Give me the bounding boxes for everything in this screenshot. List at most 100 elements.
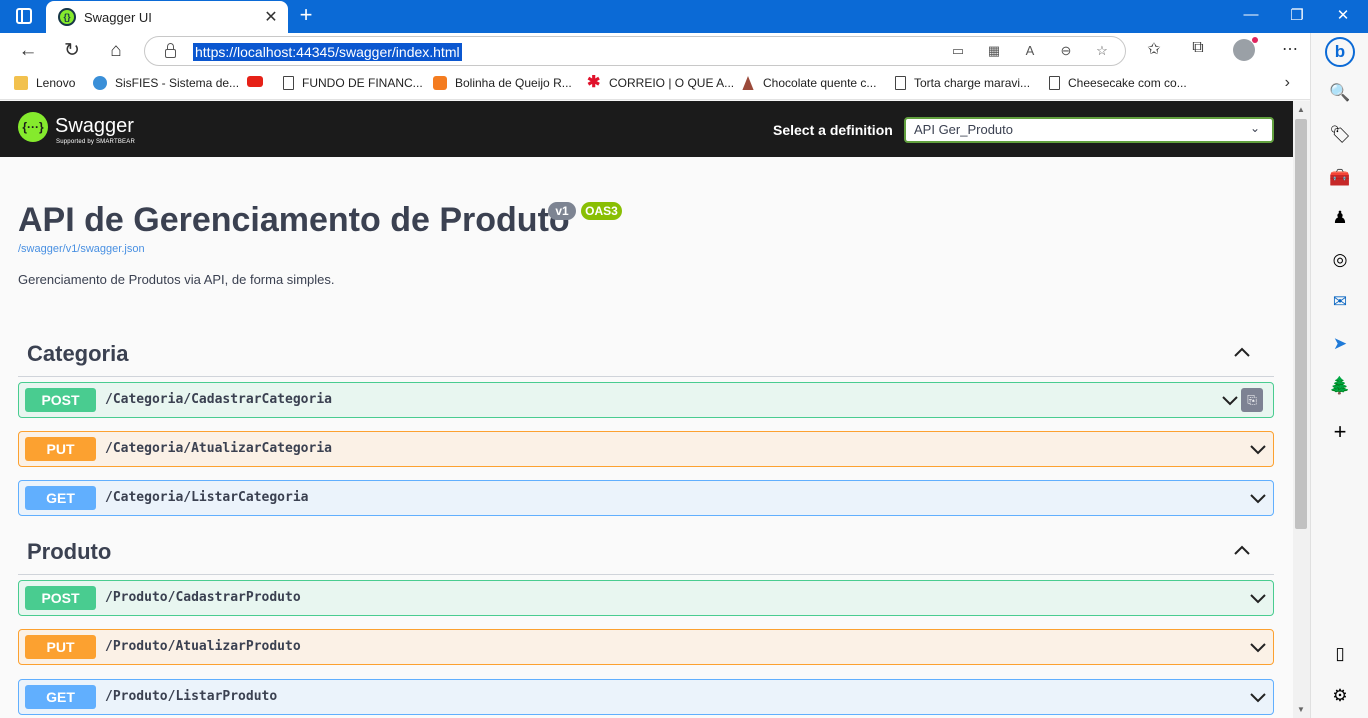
swagger-logo-text[interactable]: Swagger (55, 115, 134, 138)
correio-icon: ✱ (587, 74, 601, 91)
youtube-icon (247, 76, 263, 87)
operation-path: /Categoria/CadastrarCategoria (105, 392, 332, 407)
refresh-button[interactable]: ↻ (57, 38, 87, 64)
method-badge: GET (25, 685, 96, 709)
bookmark-label: Bolinha de Queijo R... (455, 76, 572, 90)
bookmark-label: SisFIES - Sistema de... (115, 76, 240, 90)
add-favorite-icon[interactable]: ☆ (1092, 43, 1112, 59)
recipe-icon (433, 76, 447, 90)
bookmarks-overflow-icon[interactable]: › (1285, 74, 1290, 92)
app-available-icon[interactable]: ▭ (948, 43, 968, 59)
operation-row[interactable]: GET /Produto/ListarProduto (18, 679, 1274, 715)
chevron-down-icon[interactable] (1249, 589, 1267, 607)
workspaces-icon[interactable] (16, 8, 32, 24)
send-icon[interactable]: ➤ (1329, 333, 1351, 355)
swagger-logo-icon[interactable]: {···} (18, 112, 48, 142)
tag-name: Produto (27, 539, 112, 564)
tag-section-produto[interactable]: Produto (18, 531, 1274, 575)
scroll-up-icon[interactable]: ▲ (1297, 105, 1305, 114)
hide-sidebar-icon[interactable]: ▯ (1329, 643, 1351, 665)
bing-chat-icon[interactable]: b (1325, 37, 1355, 67)
close-tab-icon[interactable]: ✕ (260, 7, 282, 27)
games-icon[interactable]: ♟ (1329, 207, 1351, 229)
chevron-down-icon[interactable] (1249, 489, 1267, 507)
swagger-favicon-icon: {} (58, 8, 76, 26)
maximize-button[interactable]: ❐ (1274, 6, 1320, 24)
zoom-icon[interactable]: ⊖ (1056, 43, 1076, 59)
edge-sidebar: b 🔍 🏷 🧰 ♟ ◎ ✉ ➤ 🌲 + ▯ ⚙ (1310, 33, 1368, 718)
bookmark-label: Torta charge maravi... (914, 76, 1031, 90)
tag-section-categoria[interactable]: Categoria (18, 333, 1274, 377)
operation-path: /Produto/CadastrarProduto (105, 590, 301, 605)
qr-code-icon[interactable]: ▦ (984, 43, 1004, 59)
method-badge: PUT (25, 437, 96, 461)
scroll-down-icon[interactable]: ▼ (1297, 705, 1305, 714)
version-badge: v1 (548, 202, 576, 220)
folder-icon (14, 76, 28, 90)
back-button[interactable]: ← (13, 38, 43, 64)
add-sidebar-app-icon[interactable]: + (1329, 421, 1351, 443)
url-input[interactable]: https://localhost:44345/swagger/index.ht… (193, 43, 462, 61)
home-button[interactable]: ⌂ (101, 38, 131, 64)
search-icon[interactable]: 🔍 (1329, 82, 1351, 104)
method-badge: GET (25, 486, 96, 510)
smartbear-text: Supported by SMARTBEAR (56, 139, 135, 145)
page-icon (1049, 76, 1060, 90)
address-toolbar: ← ↻ ⌂ https://localhost:44345/swagger/in… (0, 33, 1310, 69)
chevron-down-icon[interactable] (1249, 440, 1267, 458)
new-tab-button[interactable]: + (293, 4, 319, 28)
chevron-down-icon[interactable] (1221, 391, 1239, 409)
operation-path: /Categoria/ListarCategoria (105, 490, 309, 505)
definition-select[interactable]: API Ger_Produto ⌄ (904, 117, 1274, 143)
tower-icon (742, 76, 754, 90)
bookmark-item[interactable]: Lenovo (14, 76, 75, 90)
bookmark-item[interactable]: Torta charge maravi... (895, 76, 1030, 90)
scroll-thumb[interactable] (1295, 119, 1307, 529)
address-bar[interactable]: https://localhost:44345/swagger/index.ht… (144, 36, 1126, 66)
operation-row[interactable]: PUT /Categoria/AtualizarCategoria (18, 431, 1274, 467)
settings-icon[interactable]: ⚙ (1329, 685, 1351, 707)
bookmark-item[interactable]: Bolinha de Queijo R... (433, 76, 572, 90)
chevron-up-icon[interactable] (1232, 541, 1252, 561)
read-aloud-icon[interactable]: A (1020, 43, 1040, 58)
minimize-button[interactable]: — (1228, 6, 1274, 23)
bookmark-item[interactable]: FUNDO DE FINANC... (283, 76, 423, 90)
chevron-down-icon[interactable] (1249, 638, 1267, 656)
office-icon[interactable]: ◎ (1329, 249, 1351, 271)
page-scrollbar[interactable]: ▲ ▼ (1293, 101, 1310, 718)
method-badge: POST (25, 586, 96, 610)
swagger-topbar: {···} Swagger Supported by SMARTBEAR Sel… (0, 101, 1293, 157)
lock-icon[interactable] (165, 43, 176, 58)
page-icon (895, 76, 906, 90)
operation-row[interactable]: POST /Categoria/CadastrarCategoria ⎘ (18, 382, 1274, 418)
outlook-icon[interactable]: ✉ (1329, 291, 1351, 313)
bookmark-item[interactable] (247, 76, 271, 87)
spec-link[interactable]: /swagger/v1/swagger.json (18, 243, 145, 255)
operation-row[interactable]: GET /Categoria/ListarCategoria (18, 480, 1274, 516)
chevron-down-icon: ⌄ (1249, 121, 1260, 135)
chevron-down-icon[interactable] (1249, 688, 1267, 706)
shopping-icon[interactable]: 🏷 (1329, 124, 1351, 146)
copy-path-icon[interactable]: ⎘ (1241, 388, 1263, 412)
tag-name: Categoria (27, 341, 129, 366)
operation-row[interactable]: POST /Produto/CadastrarProduto (18, 580, 1274, 616)
sisfies-icon (93, 76, 107, 90)
collections-icon[interactable]: ⧉ (1185, 39, 1211, 57)
bookmarks-bar: Lenovo SisFIES - Sistema de... FUNDO DE … (0, 69, 1310, 100)
bookmark-item[interactable]: ✱ CORREIO | O QUE A... (587, 74, 735, 91)
definition-value: API Ger_Produto (914, 122, 1013, 137)
bookmark-label: Cheesecake com co... (1068, 76, 1187, 90)
tree-icon[interactable]: 🌲 (1329, 375, 1351, 397)
favorites-icon[interactable]: ✩ (1141, 39, 1167, 59)
bookmark-label: CORREIO | O QUE A... (609, 76, 735, 90)
bookmark-item[interactable]: SisFIES - Sistema de... (93, 76, 239, 90)
close-window-button[interactable]: ✕ (1320, 6, 1366, 24)
operation-row[interactable]: PUT /Produto/AtualizarProduto (18, 629, 1274, 665)
profile-avatar[interactable] (1233, 37, 1258, 61)
chevron-up-icon[interactable] (1232, 343, 1252, 363)
browser-tab[interactable]: {} Swagger UI ✕ (46, 1, 288, 33)
bookmark-item[interactable]: Cheesecake com co... (1049, 76, 1187, 90)
tools-icon[interactable]: 🧰 (1329, 167, 1351, 189)
bookmark-item[interactable]: Chocolate quente c... (741, 76, 876, 90)
more-options-icon[interactable]: ⋯ (1277, 39, 1303, 59)
